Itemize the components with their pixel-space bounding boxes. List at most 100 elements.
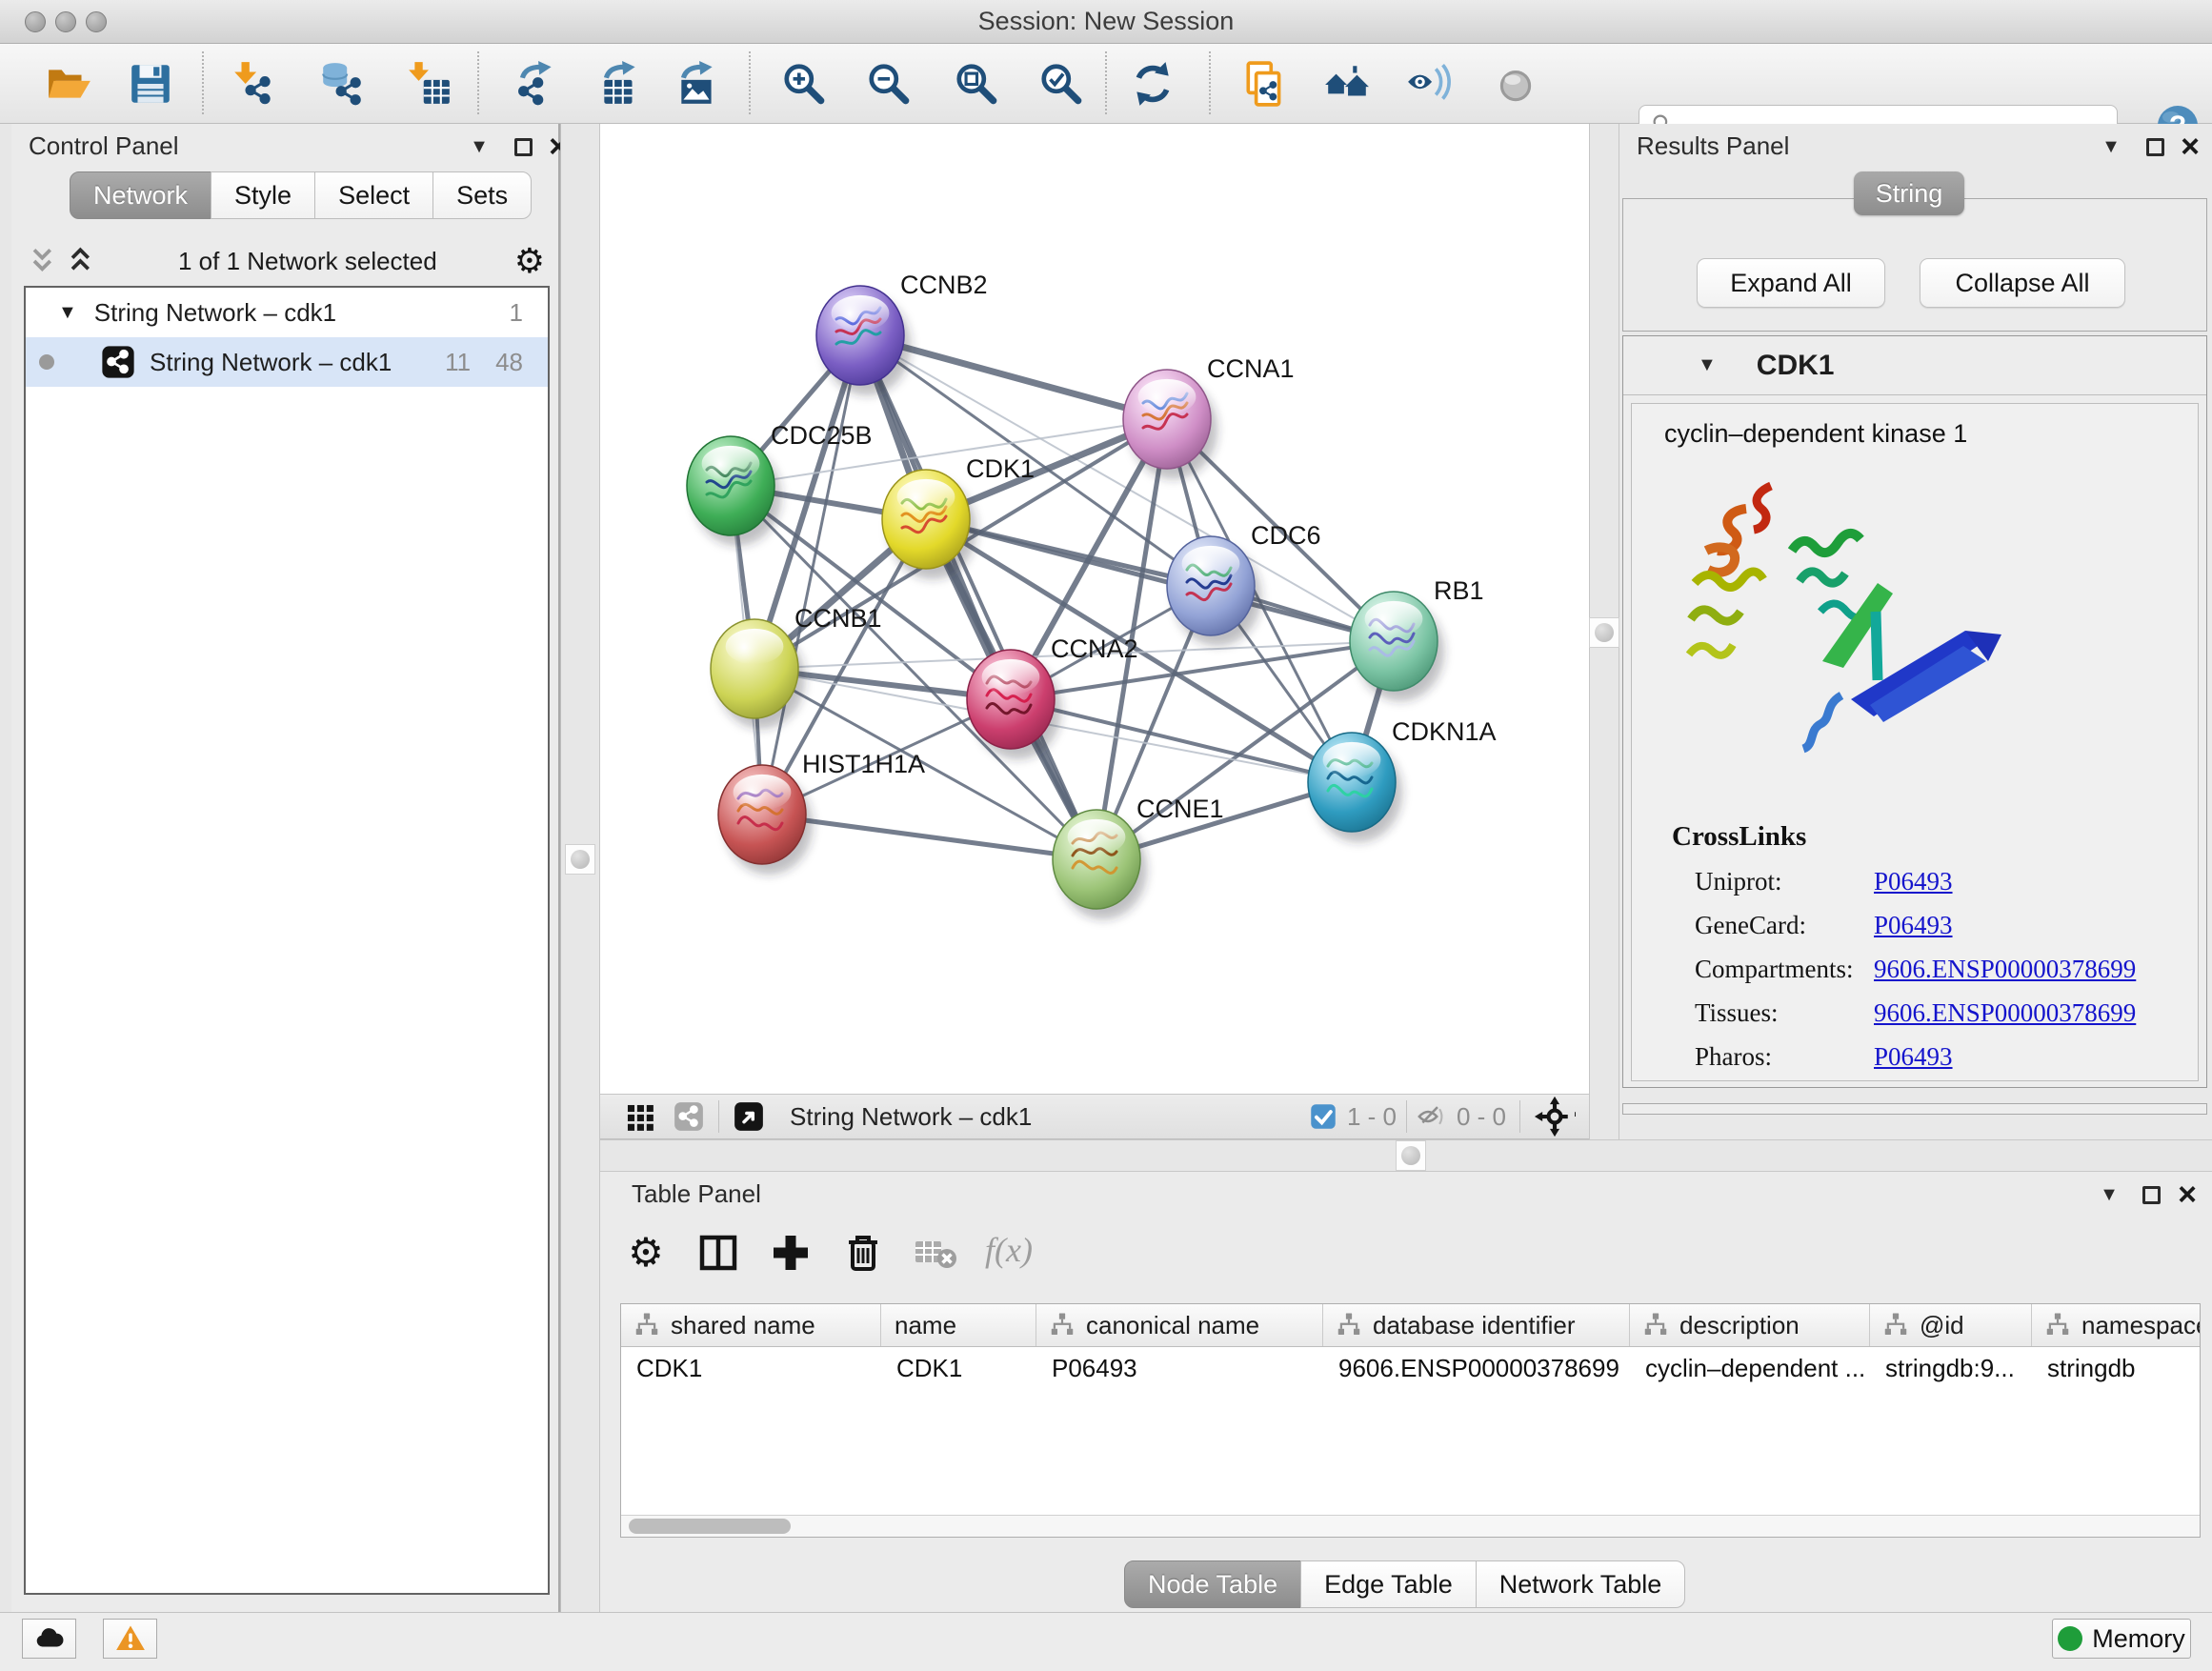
crosslink-link[interactable]: 9606.ENSP00000378699 bbox=[1874, 955, 2136, 984]
table-horizontal-scrollbar[interactable] bbox=[621, 1515, 2200, 1537]
panel-close-icon[interactable]: × bbox=[2172, 1179, 2202, 1210]
tab-string[interactable]: String bbox=[1854, 171, 1964, 215]
crosslinks-heading: CrossLinks bbox=[1672, 821, 1806, 853]
fit-selected-crosshair-icon[interactable] bbox=[1534, 1096, 1576, 1137]
svg-text:CDK1: CDK1 bbox=[966, 454, 1035, 483]
panel-float-icon[interactable] bbox=[508, 131, 538, 162]
zoom-out-icon[interactable] bbox=[865, 60, 913, 108]
column-header-name[interactable]: name bbox=[881, 1304, 1036, 1346]
function-builder-icon[interactable]: f(x) bbox=[985, 1230, 1071, 1276]
column-header-database-identifier[interactable]: database identifier bbox=[1323, 1304, 1630, 1346]
trash-icon[interactable] bbox=[840, 1230, 886, 1276]
eye-waves-icon[interactable] bbox=[1406, 60, 1454, 108]
table-cell[interactable]: stringdb:9... bbox=[1870, 1354, 2032, 1383]
network-row[interactable]: String Network – cdk1 11 48 bbox=[26, 337, 548, 387]
expand-all-button[interactable]: Expand All bbox=[1697, 258, 1885, 308]
hidden-node-edge-counts: 0 - 0 bbox=[1457, 1102, 1506, 1132]
table-cell[interactable]: 9606.ENSP00000378699 bbox=[1323, 1354, 1630, 1383]
panel-close-icon[interactable]: × bbox=[2175, 131, 2205, 162]
scrollbar-thumb[interactable] bbox=[629, 1519, 791, 1534]
tab-select[interactable]: Select bbox=[314, 171, 433, 219]
tab-sets[interactable]: Sets bbox=[432, 171, 532, 219]
add-column-icon[interactable] bbox=[768, 1230, 814, 1276]
tab-style[interactable]: Style bbox=[211, 171, 315, 219]
splitter-handle-icon[interactable] bbox=[571, 850, 590, 869]
network-canvas[interactable]: CCNB2CCNA1CDC25BCDK1CDC6RB1CCNB1CCNA2CDK… bbox=[600, 124, 1589, 1094]
section-collapse-icon[interactable]: ▼ bbox=[1698, 354, 1717, 376]
crosslink-link[interactable]: P06493 bbox=[1874, 1042, 1953, 1072]
import-database-icon[interactable] bbox=[318, 60, 366, 108]
column-header-description[interactable]: description bbox=[1630, 1304, 1870, 1346]
grid-view-icon[interactable] bbox=[623, 1100, 655, 1133]
column-header-shared-name[interactable]: shared name bbox=[621, 1304, 881, 1346]
warnings-button[interactable] bbox=[103, 1619, 157, 1659]
export-image-icon[interactable] bbox=[674, 60, 721, 108]
network-collection-row[interactable]: ▼ String Network – cdk1 1 bbox=[26, 288, 548, 337]
results-actions-box: Expand All Collapse All bbox=[1622, 198, 2207, 332]
panel-float-icon[interactable] bbox=[2136, 1179, 2166, 1210]
svg-text:CCNB2: CCNB2 bbox=[900, 271, 988, 299]
import-table-icon[interactable] bbox=[406, 60, 453, 108]
table-cell[interactable]: P06493 bbox=[1036, 1354, 1323, 1383]
collapse-all-icon[interactable] bbox=[25, 242, 63, 280]
hidden-eye-icon[interactable] bbox=[1417, 1100, 1449, 1133]
tree-expand-icon[interactable]: ▼ bbox=[58, 302, 77, 324]
expand-all-icon[interactable] bbox=[63, 242, 101, 280]
panel-menu-icon[interactable]: ▼ bbox=[464, 131, 494, 162]
open-folder-icon[interactable] bbox=[46, 60, 93, 108]
zoom-in-icon[interactable] bbox=[780, 60, 828, 108]
copy-pages-icon[interactable] bbox=[1241, 60, 1289, 108]
save-icon[interactable] bbox=[127, 60, 174, 108]
string-network-icon bbox=[100, 344, 136, 380]
tab-network[interactable]: Network bbox=[70, 171, 211, 219]
toolbar-separator bbox=[1209, 51, 1211, 114]
network-options-gear-icon[interactable]: ⚙ bbox=[514, 242, 545, 280]
left-splitter[interactable] bbox=[560, 124, 600, 1612]
network-edge-count: 48 bbox=[495, 348, 523, 377]
export-network-icon[interactable] bbox=[513, 60, 560, 108]
crosslink-row: Uniprot:P06493 bbox=[1632, 859, 2198, 903]
tab-edge-table[interactable]: Edge Table bbox=[1300, 1560, 1477, 1608]
right-splitter[interactable] bbox=[1589, 124, 1619, 1139]
panel-float-icon[interactable] bbox=[2140, 131, 2170, 162]
collapse-all-button[interactable]: Collapse All bbox=[1920, 258, 2125, 308]
crosslink-label: Uniprot: bbox=[1695, 867, 1874, 896]
export-table-icon[interactable] bbox=[596, 60, 644, 108]
table-cell[interactable]: cyclin–dependent ... bbox=[1630, 1354, 1870, 1383]
gear-icon[interactable]: ⚙ bbox=[623, 1230, 669, 1276]
table-cell[interactable]: CDK1 bbox=[881, 1354, 1036, 1383]
column-header-canonical-name[interactable]: canonical name bbox=[1036, 1304, 1323, 1346]
houses-icon[interactable] bbox=[1323, 60, 1371, 108]
bottom-splitter[interactable] bbox=[600, 1139, 2212, 1172]
crosslink-link[interactable]: 9606.ENSP00000378699 bbox=[1874, 998, 2136, 1028]
import-network-icon[interactable] bbox=[230, 60, 277, 108]
table-row[interactable]: CDK1CDK1P064939606.ENSP00000378699cyclin… bbox=[621, 1347, 2200, 1390]
splitter-handle-icon[interactable] bbox=[1401, 1146, 1420, 1165]
column-header-@id[interactable]: @id bbox=[1870, 1304, 2032, 1346]
zoom-selected-icon[interactable] bbox=[1037, 60, 1085, 108]
table-cell[interactable]: CDK1 bbox=[621, 1354, 881, 1383]
share-view-icon[interactable] bbox=[673, 1100, 705, 1133]
delete-table-icon[interactable] bbox=[913, 1230, 958, 1276]
birdseye-view-icon[interactable] bbox=[733, 1100, 765, 1133]
crosslink-link[interactable]: P06493 bbox=[1874, 867, 1953, 896]
toolbar-separator bbox=[1105, 51, 1107, 114]
splitter-handle-icon[interactable] bbox=[1595, 623, 1614, 642]
panel-menu-icon[interactable]: ▼ bbox=[2094, 1179, 2124, 1210]
node-table: shared namenamecanonical namedatabase id… bbox=[620, 1303, 2201, 1538]
tab-node-table[interactable]: Node Table bbox=[1124, 1560, 1301, 1608]
columns-icon[interactable] bbox=[695, 1230, 741, 1276]
cdk1-section-header[interactable]: ▼ CDK1 bbox=[1623, 336, 2206, 395]
network-tree: ▼ String Network – cdk1 1 String Network… bbox=[24, 286, 550, 1595]
selected-checkbox-icon[interactable] bbox=[1307, 1100, 1339, 1133]
zoom-fit-icon[interactable] bbox=[953, 60, 1000, 108]
panel-menu-icon[interactable]: ▼ bbox=[2096, 131, 2126, 162]
tab-network-table[interactable]: Network Table bbox=[1476, 1560, 1686, 1608]
table-cell[interactable]: stringdb bbox=[2032, 1354, 2201, 1383]
crosslink-link[interactable]: P06493 bbox=[1874, 911, 1953, 940]
cloud-button[interactable] bbox=[22, 1619, 76, 1659]
column-header-namespace[interactable]: namespace bbox=[2032, 1304, 2201, 1346]
memory-button[interactable]: Memory bbox=[2052, 1619, 2191, 1659]
sphere-icon[interactable] bbox=[1492, 60, 1539, 108]
refresh-icon[interactable] bbox=[1129, 60, 1176, 108]
